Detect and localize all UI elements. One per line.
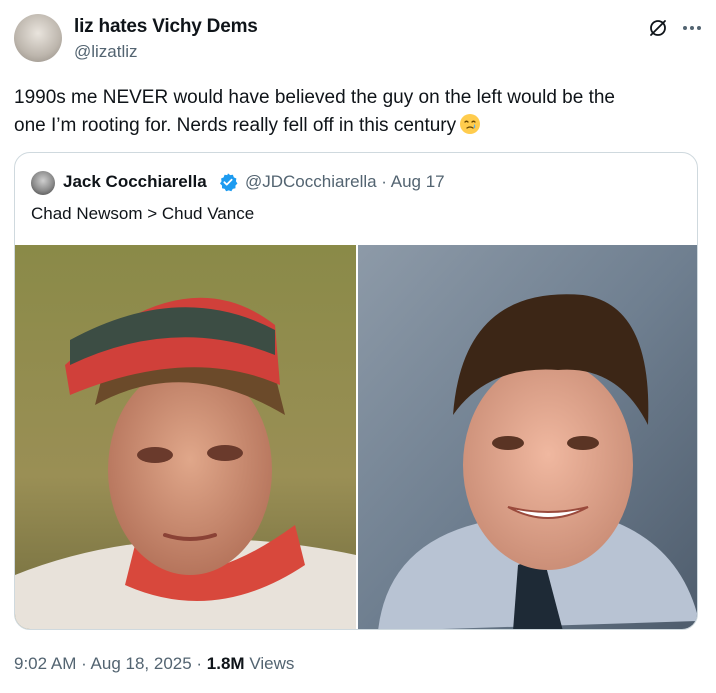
tweet-text-line-1: 1990s me NEVER would have believed the g… — [14, 87, 615, 108]
quoted-tweet[interactable]: Jack Cocchiarella @JDCocchiarella · Aug … — [14, 152, 698, 630]
tweet-timestamp[interactable]: 9:02 AM · Aug 18, 2025 · — [14, 654, 207, 673]
views-count: 1.8M — [206, 654, 245, 673]
tweet-meta: 9:02 AM · Aug 18, 2025 · 1.8M Views — [14, 654, 294, 674]
author-display-name[interactable]: liz hates Vichy Dems — [74, 16, 258, 38]
grok-icon[interactable] — [644, 14, 672, 42]
author-avatar[interactable] — [14, 14, 62, 62]
quoted-avatar[interactable] — [31, 171, 55, 195]
quoted-display-name[interactable]: Jack Cocchiarella — [63, 172, 207, 192]
more-icon[interactable] — [678, 14, 706, 42]
tweet-text-line-2: one I’m rooting for. Nerds really fell o… — [14, 112, 694, 140]
verified-badge-icon — [220, 173, 238, 192]
tweet-text: 1990s me NEVER would have believed the g… — [14, 84, 694, 140]
quoted-handle-date[interactable]: @JDCocchiarella · Aug 17 — [245, 172, 445, 192]
face-holding-back-tears-icon — [460, 114, 481, 134]
photo-left[interactable] — [15, 245, 356, 629]
author-handle[interactable]: @lizatliz — [74, 42, 138, 62]
quoted-text: Chad Newsom > Chud Vance — [31, 204, 255, 223]
photo-right[interactable] — [358, 245, 697, 629]
views-label: Views — [244, 654, 295, 673]
